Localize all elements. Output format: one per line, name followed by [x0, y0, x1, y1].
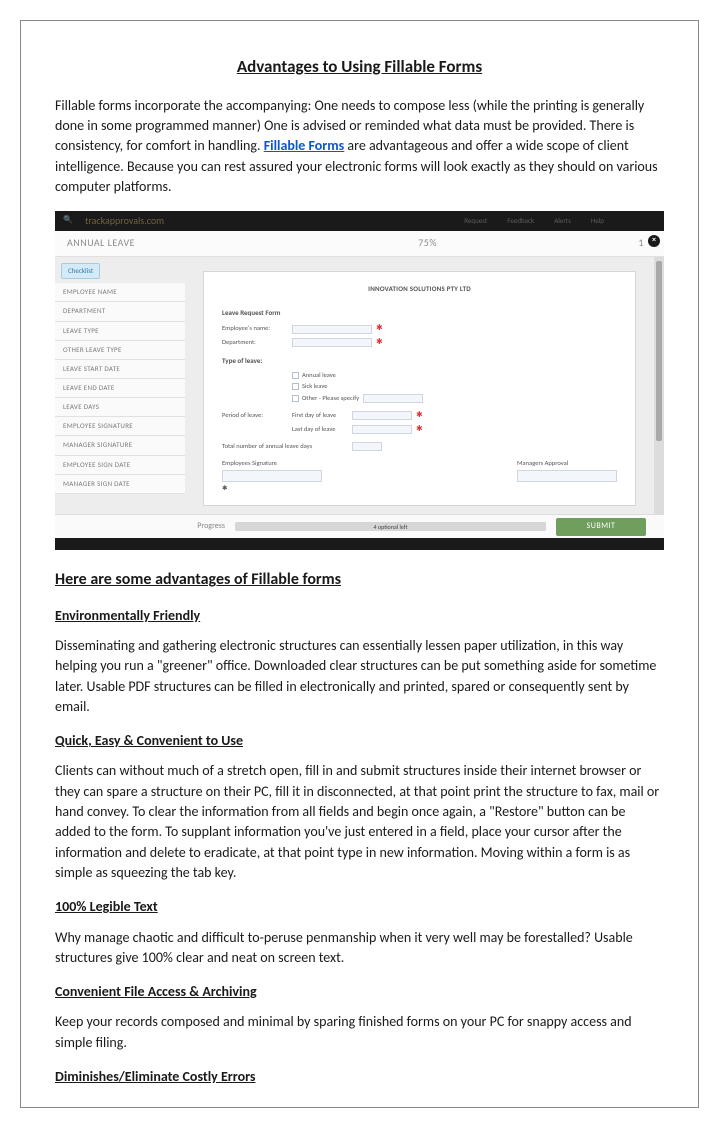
top-nav: Request Feedback Alerts Help	[464, 216, 604, 226]
label-sick-leave: Sick leave	[302, 382, 328, 391]
section-heading-env: Environmentally Friendly	[55, 606, 664, 626]
label-department: Department:	[222, 338, 292, 347]
row-total-days: Total number of annual leave days	[222, 436, 617, 452]
scrollbar[interactable]	[654, 257, 664, 514]
row-last-day: Last day of leave ✱	[222, 423, 617, 437]
label-total-days: Total number of annual leave days	[222, 442, 352, 451]
input-employee-name[interactable]	[292, 325, 372, 334]
label-last-day: Last day of leave	[292, 425, 352, 434]
sidebar-item-employee-sign-date[interactable]: EMPLOYEE SIGN DATE	[55, 456, 185, 475]
nav-feedback[interactable]: Feedback	[507, 216, 534, 226]
required-icon: ✱	[376, 337, 383, 349]
progress-label: Progress	[55, 521, 235, 533]
app-logo: trackapprovals.com	[85, 214, 164, 229]
input-first-day[interactable]	[352, 411, 412, 420]
section-body-env: Disseminating and gathering electronic s…	[55, 636, 664, 717]
label-period: Period of leave:	[222, 411, 292, 420]
input-manager-approval[interactable]	[517, 470, 617, 482]
input-total-days[interactable]	[352, 442, 382, 451]
label-first-day: First day of leave	[292, 411, 352, 420]
submit-button[interactable]: SUBMIT	[556, 518, 646, 536]
sidebar-item-leave-type[interactable]: LEAVE TYPE	[55, 322, 185, 341]
search-icon: 🔍	[63, 215, 73, 227]
required-icon: ✱	[222, 484, 227, 493]
manager-approval-block: Managers Approval	[517, 459, 617, 494]
app-main: Checklist EMPLOYEE NAME DEPARTMENT LEAVE…	[55, 257, 664, 514]
sidebar-item-employee-signature[interactable]: EMPLOYEE SIGNATURE	[55, 417, 185, 436]
company-name: INNOVATION SOLUTIONS PTY LTD	[222, 280, 617, 304]
form-page-number: 1	[500, 236, 664, 251]
advantages-heading: Here are some advantages of Fillable for…	[55, 568, 664, 591]
app-bottom-bar	[55, 538, 664, 550]
sidebar-item-employee-name[interactable]: EMPLOYEE NAME	[55, 283, 185, 302]
intro-paragraph: Fillable forms incorporate the accompany…	[55, 96, 664, 197]
input-other-specify[interactable]	[363, 394, 423, 403]
nav-help[interactable]: Help	[591, 216, 604, 226]
progress-optional-text: 4 optional left	[235, 523, 546, 532]
nav-alerts[interactable]: Alerts	[554, 216, 571, 226]
scrollbar-thumb[interactable]	[656, 261, 662, 441]
label-type-of-leave: Type of leave:	[222, 350, 617, 370]
fillable-forms-link[interactable]: Fillable Forms	[264, 137, 345, 154]
sidebar-item-manager-signature[interactable]: MANAGER SIGNATURE	[55, 436, 185, 455]
label-employee-name: Employee's name:	[222, 324, 292, 333]
nav-request[interactable]: Request	[464, 216, 487, 226]
section-heading-archive: Convenient File Access & Archiving	[55, 982, 664, 1002]
required-icon: ✱	[416, 410, 423, 422]
row-other-leave: Other - Please specify	[222, 393, 617, 404]
form-header: ANNUAL LEAVE 75% 1	[55, 231, 664, 257]
page-border: Advantages to Using Fillable Forms Filla…	[20, 20, 699, 1108]
checkbox-other-leave[interactable]	[292, 395, 299, 402]
document-page: Advantages to Using Fillable Forms Filla…	[0, 0, 719, 1128]
checklist-tab[interactable]: Checklist	[61, 263, 100, 279]
required-icon: ✱	[376, 323, 383, 335]
page-title: Advantages to Using Fillable Forms	[55, 55, 664, 80]
progress-bar: 4 optional left	[235, 522, 546, 531]
checkbox-sick-leave[interactable]	[292, 383, 299, 390]
employee-signature-block: Employees Signature ✱	[222, 459, 322, 494]
progress-bar-row: Progress 4 optional left SUBMIT	[55, 514, 664, 538]
label-other-leave: Other - Please specify	[302, 394, 359, 403]
section-heading-errors: Diminishes/Eliminate Costly Errors	[55, 1067, 664, 1087]
label-manager-approval: Managers Approval	[517, 459, 617, 468]
checklist-sidebar: Checklist EMPLOYEE NAME DEPARTMENT LEAVE…	[55, 257, 185, 514]
app-topbar: 🔍 trackapprovals.com Request Feedback Al…	[55, 211, 664, 231]
sidebar-item-department[interactable]: DEPARTMENT	[55, 302, 185, 321]
section-body-archive: Keep your records composed and minimal b…	[55, 1012, 664, 1053]
label-annual-leave: Annual leave	[302, 371, 336, 380]
row-sick-leave: Sick leave	[222, 381, 617, 392]
label-employee-signature: Employees Signature	[222, 459, 322, 468]
sidebar-item-leave-end-date[interactable]: LEAVE END DATE	[55, 379, 185, 398]
section-body-legible: Why manage chaotic and difficult to-peru…	[55, 928, 664, 969]
signature-row: Employees Signature ✱ Managers Approval	[222, 453, 617, 494]
app-screenshot: 🔍 trackapprovals.com Request Feedback Al…	[55, 211, 664, 550]
row-department: Department: ✱	[222, 336, 617, 350]
row-period: Period of leave: First day of leave ✱	[222, 404, 617, 423]
sidebar-item-manager-sign-date[interactable]: MANAGER SIGN DATE	[55, 475, 185, 494]
sidebar-item-leave-start-date[interactable]: LEAVE START DATE	[55, 360, 185, 379]
sidebar-item-leave-days[interactable]: LEAVE DAYS	[55, 398, 185, 417]
form-name: Leave Request Form	[222, 304, 617, 322]
form-canvas: INNOVATION SOLUTIONS PTY LTD Leave Reque…	[185, 257, 654, 514]
input-employee-signature[interactable]	[222, 470, 322, 482]
input-department[interactable]	[292, 338, 372, 347]
form-progress-percent: 75%	[356, 236, 500, 251]
section-heading-quick: Quick, Easy & Convenient to Use	[55, 731, 664, 751]
section-heading-legible: 100% Legible Text	[55, 897, 664, 917]
row-annual-leave: Annual leave	[222, 370, 617, 381]
app-body: × ANNUAL LEAVE 75% 1 Checklist EMPLOYEE …	[55, 231, 664, 538]
required-icon: ✱	[416, 424, 423, 436]
section-body-quick: Clients can without much of a stretch op…	[55, 761, 664, 883]
input-last-day[interactable]	[352, 425, 412, 434]
checkbox-annual-leave[interactable]	[292, 372, 299, 379]
form-paper: INNOVATION SOLUTIONS PTY LTD Leave Reque…	[203, 271, 636, 506]
row-employee-name: Employee's name: ✱	[222, 322, 617, 336]
form-title: ANNUAL LEAVE	[55, 236, 356, 251]
sidebar-item-other-leave-type[interactable]: OTHER LEAVE TYPE	[55, 341, 185, 360]
